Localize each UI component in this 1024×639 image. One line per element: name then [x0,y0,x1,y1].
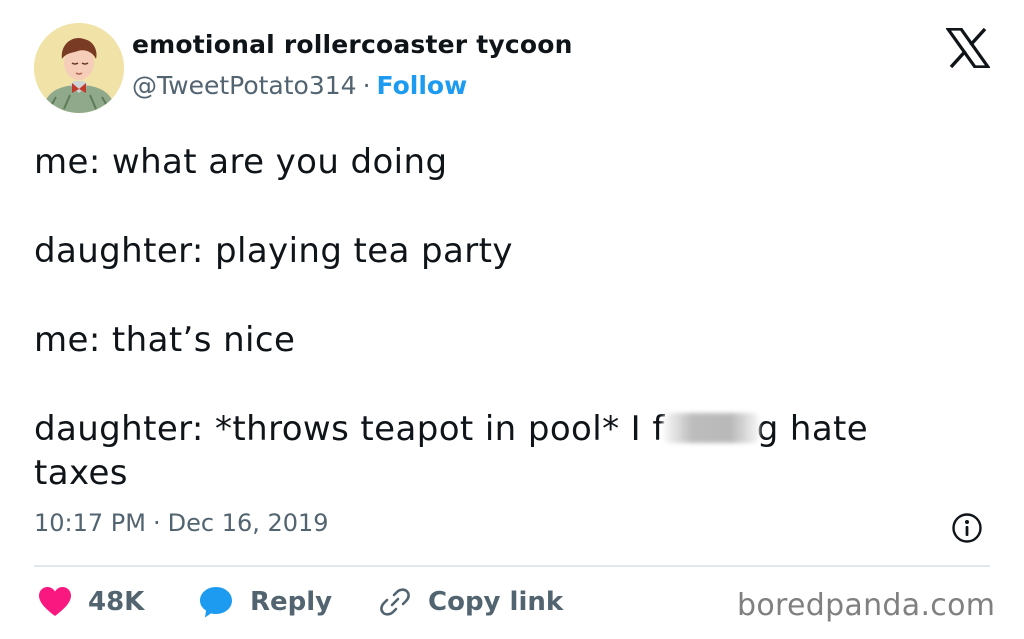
copy-link-label: Copy link [428,587,564,617]
tweet-time: 10:17 PM [34,509,146,537]
censor-blur [662,413,759,443]
tweet-card: emotional rollercoaster tycoon @TweetPot… [0,0,1024,639]
tweet-line: me: that’s nice [34,320,296,360]
tweet-line: me: what are you doing [34,142,448,182]
separator: · [152,509,161,537]
display-name[interactable]: emotional rollercoaster tycoon [132,30,573,59]
avatar-illustration [34,23,124,113]
info-icon[interactable] [951,512,983,544]
separator: · [362,71,371,100]
heart-icon [39,587,71,616]
tweet-text: me: what are you doing daughter: playing… [34,140,964,495]
avatar[interactable] [34,23,124,113]
tweet-date: Dec 16, 2019 [167,509,329,537]
timestamp[interactable]: 10:17 PM · Dec 16, 2019 [34,509,329,537]
reply-label: Reply [250,587,333,617]
divider [34,565,990,567]
follow-button[interactable]: Follow [377,71,468,100]
reply-button[interactable]: Reply [198,582,332,622]
tweet-line: daughter: *throws teapot in pool* I fg h… [34,407,964,495]
watermark: boredpanda.com [737,588,996,623]
x-logo-icon[interactable] [946,28,990,68]
like-button[interactable]: 48K [38,582,144,622]
handle[interactable]: @TweetPotato314 [132,71,357,100]
tweet-line-prefix: daughter: *throws teapot in pool* I f [34,409,665,449]
speech-bubble-icon [200,587,232,618]
tweet-line: daughter: playing tea party [34,231,513,271]
like-count: 48K [88,587,145,617]
link-icon [380,588,410,616]
handle-row: @TweetPotato314 · Follow [132,71,467,100]
copy-link-button[interactable]: Copy link [378,582,563,622]
